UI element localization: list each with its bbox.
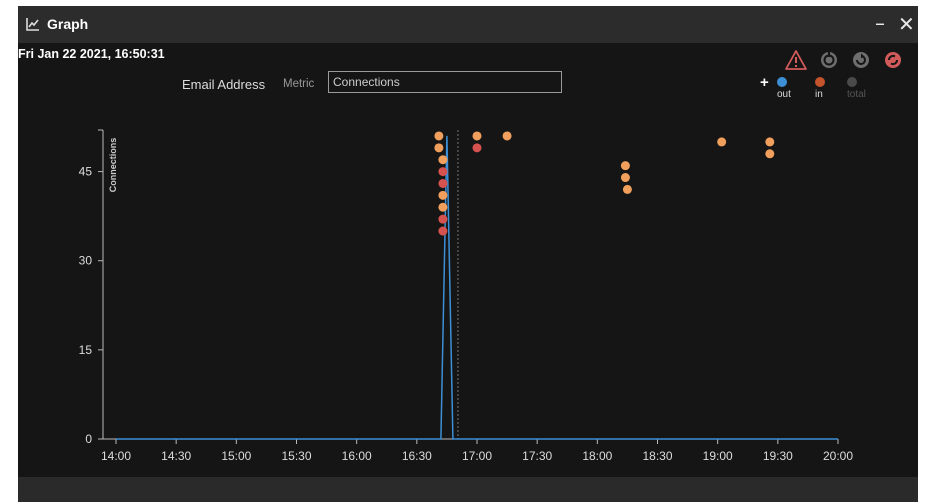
series-line-out — [116, 135, 838, 440]
event-point — [765, 137, 775, 147]
x-tick-label: 19:00 — [703, 449, 733, 463]
event-point — [472, 131, 482, 141]
connections-chart: Connections 0 15 30 45 14:00 14:30 15:00 15:30 1… — [79, 129, 853, 463]
x-tick-label: 17:00 — [462, 449, 492, 463]
x-tick-label: 14:30 — [161, 449, 191, 463]
x-tick-label: 15:00 — [221, 449, 251, 463]
event-point — [438, 167, 448, 177]
x-tick-label: 16:30 — [402, 449, 432, 463]
y-tick-label: 30 — [79, 254, 93, 268]
event-point — [765, 149, 775, 159]
event-point — [438, 226, 448, 236]
x-tick-label: 20:00 — [823, 449, 853, 463]
x-tick-label: 18:00 — [582, 449, 612, 463]
event-point — [438, 155, 448, 165]
event-point — [502, 131, 512, 141]
event-point — [472, 143, 482, 153]
event-point — [717, 137, 727, 147]
x-tick-label: 19:30 — [763, 449, 793, 463]
chart-marks — [116, 130, 838, 440]
event-point — [438, 190, 448, 200]
x-tick-label: 17:30 — [522, 449, 552, 463]
event-point — [620, 173, 630, 183]
y-tick-label: 15 — [79, 343, 93, 357]
event-point — [438, 214, 448, 224]
x-tick-label: 16:00 — [342, 449, 372, 463]
chart-axes: 0 15 30 45 14:00 14:30 15:00 15:30 16:00 16:30 17:… — [79, 129, 853, 463]
x-tick-label: 14:00 — [101, 449, 131, 463]
event-point — [620, 161, 630, 171]
event-point — [438, 202, 448, 212]
y-tick-label: 45 — [79, 165, 93, 179]
y-tick-label: 0 — [85, 432, 92, 446]
event-point — [622, 184, 632, 194]
event-point — [434, 131, 444, 141]
x-tick-label: 15:30 — [281, 449, 311, 463]
x-tick-label: 18:30 — [642, 449, 672, 463]
y-axis-label: Connections — [108, 138, 118, 193]
event-point — [434, 143, 444, 153]
event-point — [438, 178, 448, 188]
